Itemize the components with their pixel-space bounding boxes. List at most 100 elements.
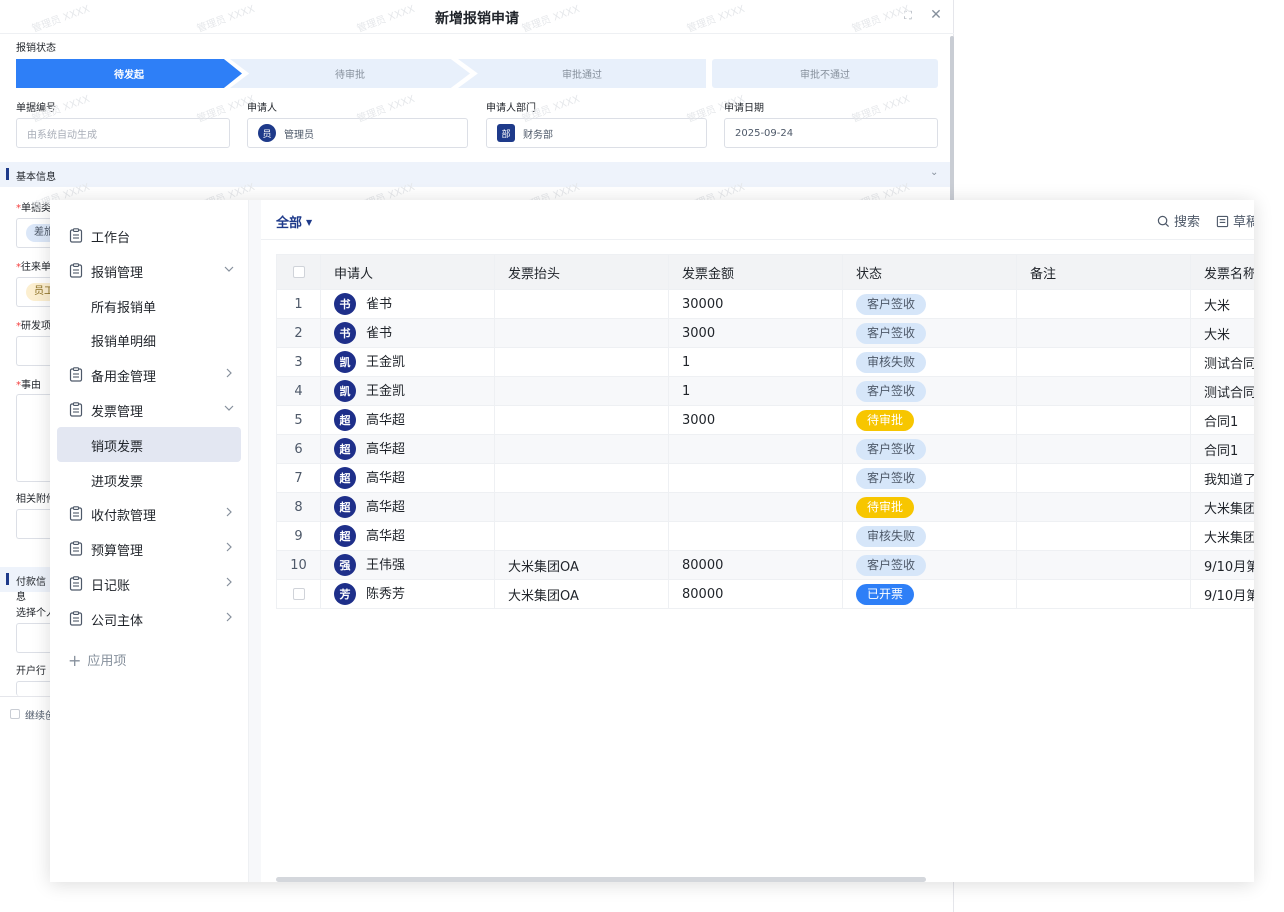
status-badge: 审核失败 — [856, 351, 927, 373]
chevron-down-icon[interactable] — [223, 262, 235, 276]
column-header[interactable]: 发票抬头 — [494, 254, 669, 290]
sidebar-subitem[interactable]: 销项发票 — [57, 426, 241, 462]
ghost-label-bank: 开户行 — [16, 666, 46, 677]
column-header[interactable]: 状态 — [842, 254, 1017, 290]
status-cell: 已开票 — [842, 579, 1017, 609]
step-rejected: 审批不通过 — [712, 59, 938, 88]
table-row[interactable]: 1 书雀书 30000 客户签收 大米 — [276, 289, 1254, 319]
invoice-name-cell: 合同1 — [1190, 405, 1254, 435]
row-index-cell[interactable]: 5 — [276, 405, 321, 435]
table-row[interactable]: 7 超高华超 客户签收 我知道了 — [276, 463, 1254, 493]
table-row[interactable]: 5 超高华超 3000 待审批 合同1 — [276, 405, 1254, 435]
table-row[interactable]: 芳陈秀芳 大米集团OA 80000 已开票 9/10月第 — [276, 579, 1254, 609]
horizontal-scrollbar[interactable] — [276, 877, 926, 882]
section-payment-info[interactable]: 付款信息 — [0, 567, 50, 603]
table-row[interactable]: 4 凯王金凯 1 客户签收 测试合同 — [276, 376, 1254, 406]
sidebar-item-label: 报销管理 — [91, 265, 144, 281]
column-header[interactable]: 发票金额 — [668, 254, 843, 290]
date-field[interactable]: 2025-09-24 — [724, 118, 938, 148]
applicant-name: 高华超 — [366, 528, 406, 544]
chevron-right-icon[interactable] — [223, 575, 235, 589]
filter-dropdown[interactable]: 全部 ▼ — [276, 212, 312, 231]
draft-button[interactable]: 草稿 — [1216, 211, 1254, 230]
row-index-cell[interactable]: 1 — [276, 289, 321, 319]
table-row[interactable]: 10 强王伟强 大米集团OA 80000 客户签收 9/10月第 — [276, 550, 1254, 580]
row-index-cell[interactable]: 4 — [276, 376, 321, 406]
table-row[interactable]: 6 超高华超 客户签收 合同1 — [276, 434, 1254, 464]
avatar: 凯 — [334, 351, 356, 374]
sidebar-item[interactable]: 备用金管理 — [57, 357, 241, 392]
sidebar-item-label: 工作台 — [91, 231, 131, 246]
row-index-cell[interactable]: 3 — [276, 347, 321, 377]
sidebar-subitem[interactable]: 报销单明细 — [57, 322, 241, 357]
applicant-name: 陈秀芳 — [366, 586, 406, 602]
row-index-cell[interactable]: 10 — [276, 550, 321, 580]
column-header[interactable]: 发票名称 — [1190, 254, 1254, 290]
row-index-cell[interactable]: 6 — [276, 434, 321, 464]
table-row[interactable]: 3 凯王金凯 1 审核失败 测试合同 — [276, 347, 1254, 377]
status-badge: 客户签收 — [856, 467, 927, 489]
sidebar-item[interactable]: 预算管理 — [57, 531, 241, 566]
invoice-name-cell: 大米 — [1190, 318, 1254, 348]
sidebar-subitem[interactable]: 进项发票 — [57, 462, 241, 497]
chevron-down-icon[interactable] — [223, 401, 235, 415]
chevron-right-icon[interactable] — [223, 505, 235, 519]
document-icon — [69, 506, 83, 521]
column-header[interactable]: 申请人 — [320, 254, 495, 290]
row-index-cell[interactable] — [276, 579, 321, 609]
sidebar-subitem[interactable]: 所有报销单 — [57, 288, 241, 323]
chevron-right-icon[interactable] — [223, 540, 235, 554]
sidebar-item[interactable]: 报销管理 — [57, 253, 241, 288]
column-header[interactable]: 备注 — [1016, 254, 1191, 290]
section-pay-title: 付款信息 — [16, 577, 46, 603]
doc-no-field[interactable]: 由系统自动生成 — [16, 118, 230, 148]
invoice-title-cell — [494, 347, 669, 377]
sidebar-item[interactable]: 发票管理 — [57, 392, 241, 427]
sidebar-item[interactable]: 收付款管理 — [57, 496, 241, 531]
search-button[interactable]: 搜索 — [1157, 211, 1200, 230]
note-cell — [1016, 521, 1191, 551]
row-index-cell[interactable]: 7 — [276, 463, 321, 493]
invoice-name-cell: 测试合同 — [1190, 376, 1254, 406]
status-cell: 审核失败 — [842, 347, 1017, 377]
applicant-field[interactable]: 员 管理员 — [247, 118, 468, 148]
applicant-cell: 书雀书 — [320, 289, 495, 319]
sidebar-item[interactable]: 日记账 — [57, 566, 241, 601]
section-basic-info[interactable]: 基本信息 ⌄ — [0, 162, 950, 187]
add-app-button[interactable]: + 应用项 — [68, 650, 126, 670]
invoice-title-cell — [494, 289, 669, 319]
row-index-cell[interactable]: 2 — [276, 318, 321, 348]
chevron-right-icon[interactable] — [223, 366, 235, 380]
invoice-amount-cell: 3000 — [668, 405, 843, 435]
avatar: 书 — [334, 322, 356, 345]
table-row[interactable]: 9超高华超 审核失败 大米集团C — [276, 521, 1254, 551]
sidebar-item[interactable]: 公司主体 — [57, 601, 241, 636]
invoice-amount-cell: 30000 — [668, 289, 843, 319]
status-cell: 待审批 — [842, 405, 1017, 435]
table-row[interactable]: 2 书雀书 3000 客户签收 大米 — [276, 318, 1254, 348]
ghost-label-reason: *事由 — [16, 380, 41, 391]
row-index-cell[interactable]: 9 — [276, 521, 321, 551]
invoice-amount-cell: 1 — [668, 376, 843, 406]
continue-checkbox[interactable] — [10, 709, 20, 719]
invoice-name-cell: 测试合同 — [1190, 347, 1254, 377]
chevron-right-icon[interactable] — [223, 610, 235, 624]
department-field[interactable]: 部 财务部 — [486, 118, 707, 148]
select-all-cell[interactable] — [276, 254, 321, 290]
invoice-title-cell: 大米集团OA — [494, 579, 669, 609]
select-all-checkbox[interactable] — [292, 266, 305, 278]
expand-icon[interactable]: ⛶ — [900, 8, 916, 24]
close-icon[interactable]: ✕ — [928, 6, 944, 24]
status-cell: 客户签收 — [842, 318, 1017, 348]
row-index-cell[interactable]: 8 — [276, 492, 321, 522]
doc-no-label: 单据编号 — [16, 103, 56, 114]
sidebar: 工作台报销管理所有报销单 报销单明细 备用金管理 发票管理 销项发票 进项发票 收付款管理预… — [50, 200, 249, 882]
applicant-name: 高华超 — [366, 470, 406, 486]
chevron-down-icon[interactable]: ⌄ — [930, 167, 938, 178]
department-label: 申请人部门 — [486, 103, 536, 114]
doc-no-placeholder: 由系统自动生成 — [27, 129, 97, 141]
table-row[interactable]: 8超高华超 待审批 大米集团C — [276, 492, 1254, 522]
avatar: 超 — [334, 496, 356, 519]
row-checkbox[interactable] — [292, 588, 305, 600]
sidebar-item[interactable]: 工作台 — [57, 218, 241, 253]
